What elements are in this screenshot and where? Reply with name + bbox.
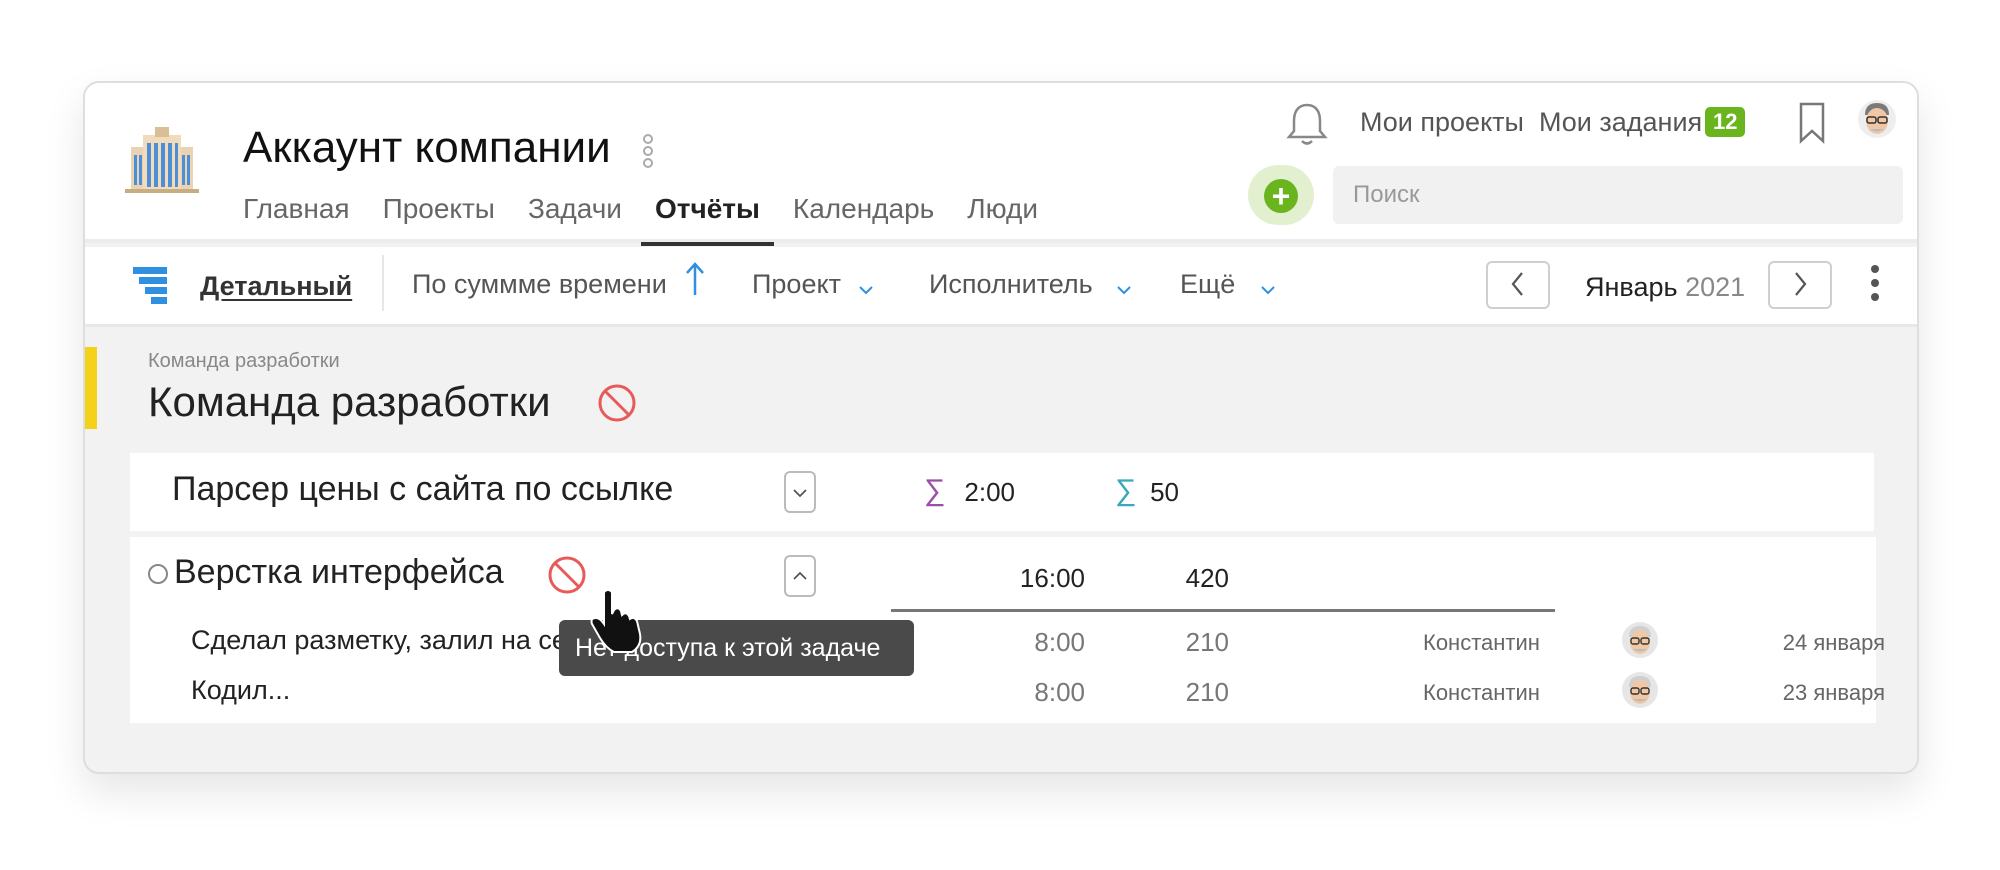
sort-by-time[interactable]: По суммме времени — [412, 269, 667, 300]
year-value: 2021 — [1685, 272, 1746, 302]
expand-toggle[interactable] — [784, 471, 816, 513]
entry-text[interactable]: Кодил... — [191, 675, 290, 706]
entry-points: 210 — [1185, 627, 1229, 657]
nav-item-calendar[interactable]: Календарь — [793, 193, 934, 243]
bell-icon[interactable] — [1285, 101, 1329, 147]
no-access-icon — [598, 384, 636, 422]
report-stack-icon[interactable] — [133, 267, 169, 305]
task-time-total: 2:00 — [964, 477, 1015, 507]
chevron-down-icon[interactable] — [1260, 285, 1276, 295]
entry-date: 24 января — [1782, 630, 1885, 655]
company-menu-icon[interactable] — [641, 133, 655, 173]
entry-date: 23 января — [1782, 680, 1885, 705]
month-name: Январь — [1585, 272, 1678, 302]
entry-time: 8:00 — [1034, 677, 1085, 707]
person-avatar-icon[interactable] — [1621, 671, 1659, 709]
totals-divider — [891, 609, 1555, 612]
chevron-left-icon — [1511, 271, 1523, 296]
chevron-down-icon — [793, 489, 807, 498]
group-breadcrumb[interactable]: Команда разработки — [148, 350, 340, 373]
entry-points: 210 — [1185, 677, 1229, 707]
more-options-icon[interactable] — [1870, 265, 1880, 309]
nav-item-reports[interactable]: Отчёты — [640, 193, 774, 246]
hand-pointer-icon — [590, 589, 642, 653]
main-nav: Главная Проекты Задачи Отчёты Календарь … — [243, 193, 1071, 246]
filter-project[interactable]: Проект — [752, 269, 841, 300]
no-access-icon[interactable] — [547, 555, 587, 595]
add-button-wrap: + — [1248, 165, 1314, 225]
app-window: Аккаунт компании Главная Проекты Задачи … — [83, 81, 1919, 774]
header: Аккаунт компании Главная Проекты Задачи … — [85, 83, 1917, 246]
next-month-button[interactable] — [1768, 261, 1832, 309]
user-avatar-icon[interactable] — [1857, 99, 1897, 139]
task-title[interactable]: Верстка интерфейса — [174, 553, 504, 592]
chevron-up-icon — [793, 571, 807, 580]
company-logo-icon[interactable] — [125, 125, 199, 195]
add-button[interactable]: + — [1264, 179, 1298, 213]
group-title: Команда разработки — [148, 378, 551, 425]
person-avatar-icon[interactable] — [1621, 621, 1659, 659]
view-detailed-toggle[interactable]: Детальный — [200, 271, 352, 302]
tasks-count-badge: 12 — [1705, 107, 1746, 137]
filter-assignee[interactable]: Исполнитель — [929, 269, 1093, 300]
nav-item-projects[interactable]: Проекты — [383, 193, 495, 243]
chevron-right-icon — [1795, 271, 1807, 296]
sort-asc-icon[interactable] — [685, 261, 705, 297]
nav-item-home[interactable]: Главная — [243, 193, 350, 243]
my-projects-link[interactable]: Мои проекты — [1360, 107, 1524, 138]
bookmark-icon[interactable] — [1797, 101, 1827, 145]
group-marker — [85, 347, 97, 429]
filter-more[interactable]: Ещё — [1180, 269, 1235, 300]
entry-person[interactable]: Константин — [1423, 630, 1540, 656]
task-title[interactable]: Парсер цены с сайта по ссылке — [172, 470, 673, 509]
nav-item-tasks[interactable]: Задачи — [528, 193, 622, 243]
toolbar-divider — [382, 255, 384, 311]
report-toolbar: Детальный По суммме времени Проект Испол… — [85, 247, 1917, 327]
sum-points-icon: ∑ — [1115, 474, 1137, 507]
chevron-down-icon[interactable] — [858, 285, 874, 295]
sum-time-icon: ∑ — [924, 474, 946, 507]
chevron-down-icon[interactable] — [1116, 285, 1132, 295]
nav-item-people[interactable]: Люди — [967, 193, 1038, 243]
company-name[interactable]: Аккаунт компании — [243, 123, 611, 173]
task-points-total: 50 — [1150, 477, 1179, 507]
my-tasks-link[interactable]: Мои задания — [1539, 107, 1702, 138]
task-time-total: 16:00 — [1019, 563, 1085, 593]
month-label: Январь 2021 — [1585, 272, 1745, 303]
collapse-toggle[interactable] — [784, 555, 816, 597]
entry-time: 8:00 — [1034, 627, 1085, 657]
entry-person[interactable]: Константин — [1423, 680, 1540, 706]
task-status-radio[interactable] — [148, 564, 168, 584]
task-points-total: 420 — [1185, 563, 1229, 593]
search-input[interactable] — [1333, 166, 1903, 224]
prev-month-button[interactable] — [1486, 261, 1550, 309]
